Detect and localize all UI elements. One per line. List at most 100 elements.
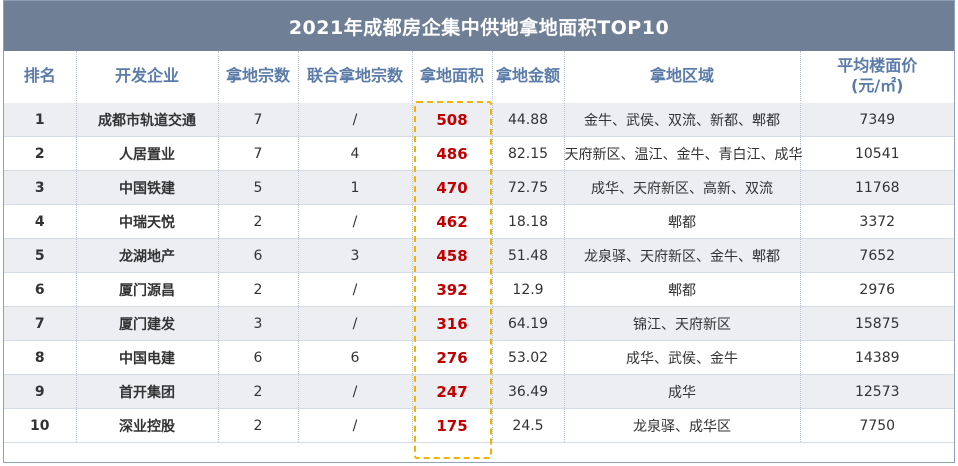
cell-rank: 1 [4, 102, 77, 137]
table-title: 2021年成都房企集中供地拿地面积TOP10 [4, 1, 954, 51]
cell-area: 458 [412, 238, 493, 273]
cell-rank: 7 [4, 306, 77, 341]
cell-area: 486 [412, 136, 493, 171]
table-row: 8 中国电建 6 6 276 53.02 成华、武侯、金牛 14389 [4, 340, 954, 375]
cell-region: 成华、天府新区、高新、双流 [564, 170, 801, 205]
cell-joint: 4 [298, 136, 413, 171]
cell-amount: 64.19 [492, 306, 565, 341]
cell-count: 2 [218, 374, 299, 409]
cell-price: 14389 [800, 340, 954, 375]
table-row: 4 中瑞天悦 2 / 462 18.18 郫都 3372 [4, 204, 954, 239]
cell-joint: / [298, 408, 413, 443]
cell-area: 276 [412, 340, 493, 375]
header-region: 拿地区域 [564, 51, 801, 103]
cell-region: 成华 [564, 374, 801, 409]
table-row: 7 厦门建发 3 / 316 64.19 锦江、天府新区 15875 [4, 306, 954, 341]
table-row: 6 厦门源昌 2 / 392 12.9 郫都 2976 [4, 272, 954, 307]
cell-region: 金牛、武侯、双流、新都、郫都 [564, 102, 801, 137]
cell-region: 郫都 [564, 204, 801, 239]
cell-price: 3372 [800, 204, 954, 239]
cell-count: 2 [218, 272, 299, 307]
cell-amount: 24.5 [492, 408, 565, 443]
table-row: 9 首开集团 2 / 247 36.49 成华 12573 [4, 374, 954, 409]
cell-area: 508 [412, 102, 493, 137]
cell-rank: 3 [4, 170, 77, 205]
table-row: 1 成都市轨道交通 7 / 508 44.88 金牛、武侯、双流、新都、郫都 7… [4, 102, 954, 137]
cell-count: 7 [218, 102, 299, 137]
cell-company: 龙湖地产 [76, 238, 219, 273]
cell-company: 厦门源昌 [76, 272, 219, 307]
cell-rank: 6 [4, 272, 77, 307]
cell-company: 首开集团 [76, 374, 219, 409]
cell-joint: 1 [298, 170, 413, 205]
cell-area: 470 [412, 170, 493, 205]
cell-amount: 36.49 [492, 374, 565, 409]
cell-joint: / [298, 102, 413, 137]
cell-amount: 12.9 [492, 272, 565, 307]
cell-price: 7652 [800, 238, 954, 273]
cell-rank: 10 [4, 408, 77, 443]
cell-amount: 44.88 [492, 102, 565, 137]
cell-rank: 8 [4, 340, 77, 375]
cell-price: 15875 [800, 306, 954, 341]
header-price-line2: (元/㎡) [851, 76, 904, 95]
cell-amount: 72.75 [492, 170, 565, 205]
cell-price: 7750 [800, 408, 954, 443]
cell-joint: / [298, 204, 413, 239]
cell-price: 12573 [800, 374, 954, 409]
cell-joint: 3 [298, 238, 413, 273]
ranking-table-container: 2021年成都房企集中供地拿地面积TOP10 排名 开发企业 拿地宗数 联合拿地… [3, 0, 955, 463]
cell-amount: 51.48 [492, 238, 565, 273]
cell-rank: 4 [4, 204, 77, 239]
cell-company: 深业控股 [76, 408, 219, 443]
header-rank: 排名 [4, 51, 77, 103]
cell-area: 462 [412, 204, 493, 239]
table-row: 3 中国铁建 5 1 470 72.75 成华、天府新区、高新、双流 11768 [4, 170, 954, 205]
cell-joint: / [298, 374, 413, 409]
cell-count: 6 [218, 340, 299, 375]
cell-company: 成都市轨道交通 [76, 102, 219, 137]
cell-rank: 5 [4, 238, 77, 273]
table-row: 2 人居置业 7 4 486 82.15 天府新区、温江、金牛、青白江、成华 1… [4, 136, 954, 171]
cell-region: 成华、武侯、金牛 [564, 340, 801, 375]
cell-count: 6 [218, 238, 299, 273]
cell-company: 中国电建 [76, 340, 219, 375]
cell-company: 人居置业 [76, 136, 219, 171]
cell-region: 龙泉驿、天府新区、金牛、郫都 [564, 238, 801, 273]
header-row: 排名 开发企业 拿地宗数 联合拿地宗数 拿地面积 拿地金额 拿地区域 平均楼面价… [4, 51, 954, 103]
cell-count: 3 [218, 306, 299, 341]
header-amount: 拿地金额 [492, 51, 565, 103]
cell-price: 7349 [800, 102, 954, 137]
cell-price: 10541 [800, 136, 954, 171]
cell-joint: 6 [298, 340, 413, 375]
cell-rank: 2 [4, 136, 77, 171]
cell-company: 厦门建发 [76, 306, 219, 341]
cell-company: 中国铁建 [76, 170, 219, 205]
cell-joint: / [298, 272, 413, 307]
cell-region: 郫都 [564, 272, 801, 307]
cell-region: 龙泉驿、成华区 [564, 408, 801, 443]
header-joint: 联合拿地宗数 [298, 51, 413, 103]
header-area: 拿地面积 [412, 51, 493, 103]
header-company: 开发企业 [76, 51, 219, 103]
cell-rank: 9 [4, 374, 77, 409]
header-price-line1: 平均楼面价 [837, 56, 918, 75]
header-count: 拿地宗数 [218, 51, 299, 103]
cell-count: 2 [218, 408, 299, 443]
cell-count: 2 [218, 204, 299, 239]
cell-area: 316 [412, 306, 493, 341]
cell-region: 锦江、天府新区 [564, 306, 801, 341]
cell-area: 392 [412, 272, 493, 307]
cell-price: 11768 [800, 170, 954, 205]
header-price: 平均楼面价 (元/㎡) [800, 51, 954, 103]
cell-amount: 18.18 [492, 204, 565, 239]
cell-area: 175 [412, 408, 493, 443]
cell-region: 天府新区、温江、金牛、青白江、成华 [564, 136, 803, 171]
cell-joint: / [298, 306, 413, 341]
cell-count: 7 [218, 136, 299, 171]
cell-amount: 53.02 [492, 340, 565, 375]
table-row: 5 龙湖地产 6 3 458 51.48 龙泉驿、天府新区、金牛、郫都 7652 [4, 238, 954, 273]
cell-area: 247 [412, 374, 493, 409]
table-row: 10 深业控股 2 / 175 24.5 龙泉驿、成华区 7750 [4, 408, 954, 443]
cell-amount: 82.15 [492, 136, 565, 171]
